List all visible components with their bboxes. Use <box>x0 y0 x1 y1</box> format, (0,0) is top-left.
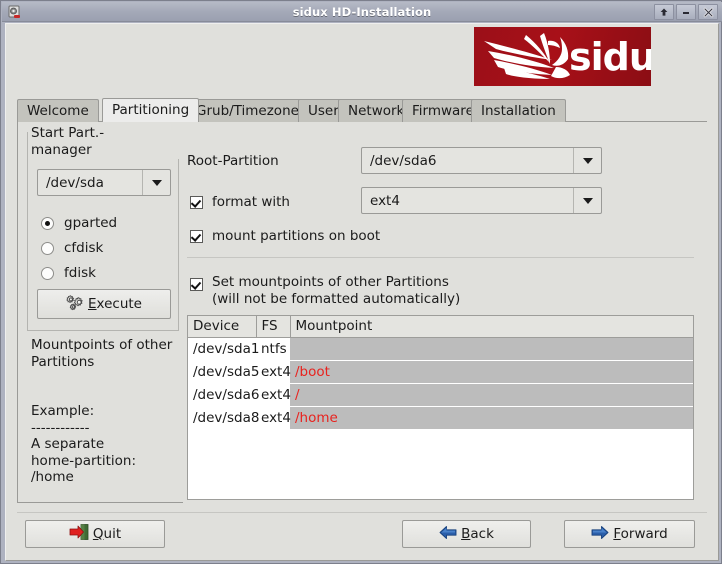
exit-arrow-icon <box>69 524 89 544</box>
tab-partitioning[interactable]: Partitioning <box>102 98 199 122</box>
quit-button-rest: uit <box>104 526 122 542</box>
arrow-left-icon <box>439 525 457 544</box>
back-button-label: Back <box>461 526 494 542</box>
root-partition-value: /dev/sda6 <box>362 153 573 169</box>
cell-fs: ext4 <box>256 406 290 429</box>
quit-button-label: Quit <box>93 526 121 542</box>
window-controls <box>654 4 718 20</box>
sidux-logo: sidux <box>474 27 651 86</box>
back-button[interactable]: Back <box>402 520 531 548</box>
minimize-button[interactable] <box>676 4 696 20</box>
chevron-down-icon <box>573 188 601 213</box>
table-header-row: Device FS Mountpoint <box>188 316 693 337</box>
title-bar[interactable]: sidux HD-Installation <box>2 2 722 22</box>
tab-bar: Welcome Partitioning Grub/Timezone User … <box>17 98 707 122</box>
mount-on-boot-label: mount partitions on boot <box>212 228 380 244</box>
table-row[interactable]: /dev/sda1 ntfs <box>188 337 693 360</box>
column-header-fs[interactable]: FS <box>256 316 290 337</box>
section-divider <box>187 257 694 258</box>
set-mountpoints-label-block: Set mountpoints of other Partitions (wil… <box>212 274 460 308</box>
cell-device: /dev/sda6 <box>188 383 256 406</box>
sidebar-help-text: Mountpoints of other Partitions Example:… <box>31 337 181 486</box>
cell-mountpoint[interactable]: /boot <box>290 360 693 383</box>
window-frame: sidux HD-Installation <box>0 0 722 564</box>
checkbox-indicator-mount-on-boot <box>190 230 203 243</box>
tab-grub-timezone[interactable]: Grub/Timezone <box>186 99 309 122</box>
execute-button[interactable]: Execute <box>37 289 171 319</box>
execute-button-label: Execute <box>88 296 142 312</box>
root-partition-select[interactable]: /dev/sda6 <box>361 147 602 174</box>
mount-on-boot-checkbox[interactable]: mount partitions on boot <box>190 228 380 244</box>
chevron-down-icon <box>573 148 601 173</box>
format-with-label: format with <box>212 194 290 210</box>
format-with-checkbox[interactable]: format with <box>190 194 290 210</box>
device-select[interactable]: /dev/sda <box>37 169 171 196</box>
cell-device: /dev/sda8 <box>188 406 256 429</box>
cell-mountpoint[interactable]: /home <box>290 406 693 429</box>
column-header-device[interactable]: Device <box>188 316 256 337</box>
table-row[interactable]: /dev/sda5 ext4 /boot <box>188 360 693 383</box>
back-button-rest: ack <box>470 526 494 542</box>
checkbox-indicator-format <box>190 196 203 209</box>
tab-welcome[interactable]: Welcome <box>17 99 99 122</box>
cell-fs: ext4 <box>256 383 290 406</box>
set-mountpoints-checkbox[interactable]: Set mountpoints of other Partitions (wil… <box>190 274 460 308</box>
arrow-right-icon <box>591 525 609 544</box>
radio-fdisk[interactable]: fdisk <box>41 265 96 281</box>
radio-gparted[interactable]: gparted <box>41 215 117 231</box>
tab-installation[interactable]: Installation <box>471 99 566 122</box>
table-row[interactable]: /dev/sda8 ext4 /home <box>188 406 693 429</box>
mountpoints-table[interactable]: Device FS Mountpoint /dev/sda1 ntfs /dev… <box>187 315 694 500</box>
cell-device: /dev/sda1 <box>188 337 256 360</box>
radio-indicator-cfdisk <box>41 242 54 255</box>
set-mountpoints-label-line2: (will not be formatted automatically) <box>212 291 460 307</box>
forward-button-rest: orward <box>621 526 668 542</box>
quit-button[interactable]: Quit <box>25 520 165 548</box>
window-title: sidux HD-Installation <box>2 2 722 22</box>
chevron-down-icon <box>142 170 170 195</box>
column-header-mountpoint[interactable]: Mountpoint <box>290 316 693 337</box>
radio-cfdisk[interactable]: cfdisk <box>41 240 103 256</box>
set-mountpoints-label-line1: Set mountpoints of other Partitions <box>212 274 449 290</box>
checkbox-indicator-set-mountpoints <box>190 278 203 291</box>
svg-text:sidux: sidux <box>569 35 651 79</box>
radio-indicator-fdisk <box>41 267 54 280</box>
footer-divider <box>17 512 707 513</box>
execute-button-rest: xecute <box>97 296 142 312</box>
root-partition-label: Root-Partition <box>187 153 279 169</box>
forward-button-label: Forward <box>613 526 667 542</box>
groupbox-title: Start Part.- manager <box>31 125 183 159</box>
cell-mountpoint[interactable] <box>290 337 693 360</box>
table-row[interactable]: /dev/sda6 ext4 / <box>188 383 693 406</box>
cell-mountpoint[interactable]: / <box>290 383 693 406</box>
shade-button[interactable] <box>654 4 674 20</box>
cell-device: /dev/sda5 <box>188 360 256 383</box>
application-window: sidux HD-Installation <box>0 0 722 564</box>
filesystem-value: ext4 <box>362 193 573 209</box>
device-select-value: /dev/sda <box>38 175 142 191</box>
gears-icon <box>66 294 85 315</box>
cell-fs: ext4 <box>256 360 290 383</box>
close-button[interactable] <box>698 4 718 20</box>
radio-label-cfdisk: cfdisk <box>64 240 103 256</box>
radio-indicator-gparted <box>41 217 54 230</box>
filesystem-select[interactable]: ext4 <box>361 187 602 214</box>
radio-label-gparted: gparted <box>64 215 117 231</box>
cell-fs: ntfs <box>256 337 290 360</box>
forward-button[interactable]: Forward <box>564 520 695 548</box>
radio-label-fdisk: fdisk <box>64 265 96 281</box>
